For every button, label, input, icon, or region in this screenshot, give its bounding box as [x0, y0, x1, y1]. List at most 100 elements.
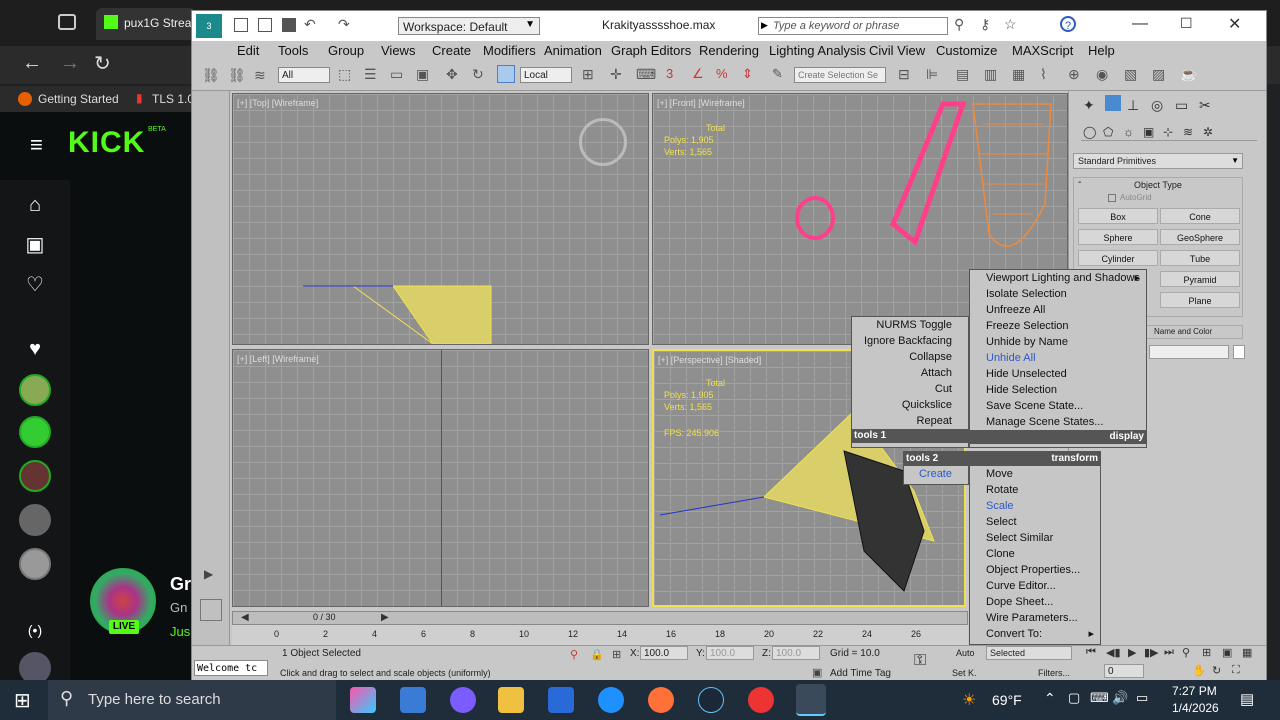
- menu-edit[interactable]: Edit: [237, 43, 259, 58]
- redo-icon[interactable]: ↷: [338, 16, 350, 33]
- edit-named-selection-icon[interactable]: ✎: [772, 66, 783, 82]
- next-frame-icon[interactable]: ▶: [381, 612, 389, 623]
- pivot-center-icon[interactable]: ⊞: [582, 66, 594, 83]
- cylinder-button[interactable]: Cylinder: [1078, 250, 1158, 266]
- new-file-icon[interactable]: [234, 18, 248, 32]
- cameras-icon[interactable]: ▣: [1143, 125, 1154, 139]
- select-object-icon[interactable]: ⬚: [338, 66, 351, 83]
- menu-rendering[interactable]: Rendering: [699, 43, 759, 58]
- z-field[interactable]: 100.0: [772, 646, 820, 660]
- material-editor-icon[interactable]: ◉: [1096, 66, 1108, 83]
- rollout-collapse-icon[interactable]: -: [1078, 177, 1081, 188]
- menu-lighting-analysis[interactable]: Lighting Analysis: [769, 43, 866, 58]
- quad-item-clone[interactable]: Clone: [970, 546, 1100, 562]
- discord-icon[interactable]: [450, 687, 476, 713]
- viewport-left-label[interactable]: [+] [Left] [Wireframe]: [237, 354, 319, 364]
- systems-icon[interactable]: ✲: [1203, 125, 1213, 139]
- menu-maxscript[interactable]: MAXScript: [1012, 43, 1073, 58]
- tray-device-icon[interactable]: ▢: [1068, 690, 1080, 706]
- schematic-view-icon[interactable]: ⊕: [1068, 66, 1080, 83]
- viewport-layout-icon[interactable]: [200, 599, 222, 621]
- helpers-icon[interactable]: ⊹: [1163, 125, 1173, 139]
- create-tab-icon[interactable]: ✦: [1083, 97, 1095, 114]
- quad-item-freeze-selection[interactable]: Freeze Selection: [970, 318, 1146, 334]
- menu-help[interactable]: Help: [1088, 43, 1115, 58]
- pan-icon[interactable]: ✋: [1192, 664, 1206, 677]
- category-dropdown[interactable]: Standard Primitives ▼: [1073, 153, 1243, 169]
- windows-start-icon[interactable]: ⊞: [14, 688, 31, 713]
- help-icon[interactable]: ?: [1060, 16, 1076, 32]
- home-icon[interactable]: ⌂: [20, 190, 50, 220]
- isolate-toggle-icon[interactable]: ⚲: [570, 648, 578, 661]
- copilot-icon[interactable]: [350, 687, 376, 713]
- maximize-icon[interactable]: ☐: [1180, 15, 1193, 32]
- task-view-icon[interactable]: [400, 687, 426, 713]
- absolute-mode-icon[interactable]: ⊞: [612, 648, 621, 661]
- minimize-icon[interactable]: —: [1132, 15, 1148, 33]
- key-filter-dropdown[interactable]: Selected: [986, 646, 1072, 660]
- quad-item-repeat[interactable]: Repeat: [852, 413, 968, 429]
- quad-item-hide-unselected[interactable]: Hide Unselected: [970, 366, 1146, 382]
- spacewarps-icon[interactable]: ≋: [1183, 125, 1193, 139]
- window-crossing-icon[interactable]: ▣: [416, 66, 429, 83]
- time-slider[interactable]: ◀ 0 / 30 ▶: [232, 611, 968, 625]
- clock-date[interactable]: 1/4/2026: [1172, 701, 1219, 715]
- workspace-dropdown[interactable]: Workspace: Default ▼: [398, 17, 540, 35]
- maxscript-listener[interactable]: Welcome tc: [194, 660, 268, 676]
- hierarchy-tab-icon[interactable]: ⊥: [1127, 97, 1139, 114]
- key-icon[interactable]: ⚿: [914, 652, 926, 670]
- reference-coord-dropdown[interactable]: Local: [520, 67, 572, 83]
- viewport-top[interactable]: [+] [Top] [Wireframe]: [232, 93, 649, 345]
- zoom-extents-icon[interactable]: ▣: [1222, 646, 1232, 659]
- kick-logo[interactable]: KICK: [68, 126, 145, 160]
- bookmark-getting-started[interactable]: Getting Started: [38, 92, 119, 106]
- layer-explorer-icon[interactable]: ▤: [956, 66, 969, 83]
- pyramid-button[interactable]: Pyramid: [1160, 271, 1240, 287]
- prev-key-icon[interactable]: ◀▮: [1106, 646, 1121, 659]
- volume-icon[interactable]: 🔊: [1112, 690, 1128, 706]
- tray-chevron-icon[interactable]: ⌃: [1044, 690, 1056, 707]
- steam-icon[interactable]: [698, 687, 724, 713]
- utilities-tab-icon[interactable]: ✂: [1199, 97, 1211, 114]
- go-to-start-icon[interactable]: ⏮: [1086, 646, 1096, 659]
- display-tab-icon[interactable]: ▭: [1175, 97, 1188, 114]
- current-frame-field[interactable]: 0: [1104, 664, 1144, 678]
- avatar[interactable]: [19, 460, 51, 492]
- expand-icon[interactable]: (•): [20, 615, 50, 645]
- ribbon-icon[interactable]: ▦: [1012, 66, 1025, 83]
- quad-item-convert-to[interactable]: Convert To: ▸: [970, 626, 1100, 642]
- play-animation-icon[interactable]: ▶: [1128, 646, 1136, 659]
- quad-item-isolate-selection[interactable]: Isolate Selection: [970, 286, 1146, 302]
- lights-icon[interactable]: ☼: [1123, 125, 1134, 139]
- quad-item-unfreeze-all[interactable]: Unfreeze All: [970, 302, 1146, 318]
- quad-item-nurms-toggle[interactable]: NURMS Toggle: [852, 317, 968, 333]
- selection-filter-dropdown[interactable]: All: [278, 67, 330, 83]
- clock-time[interactable]: 7:27 PM: [1172, 684, 1217, 698]
- quad-item-manage-scene-states[interactable]: Manage Scene States...: [970, 414, 1146, 430]
- quad-item-rotate[interactable]: Rotate: [970, 482, 1100, 498]
- avatar[interactable]: [19, 374, 51, 406]
- geosphere-button[interactable]: GeoSphere: [1160, 229, 1240, 245]
- y-field[interactable]: 100.0: [706, 646, 754, 660]
- file-explorer-icon[interactable]: [498, 687, 524, 713]
- menu-tools[interactable]: Tools: [278, 43, 308, 58]
- edge-icon[interactable]: [598, 687, 624, 713]
- menu-animation[interactable]: Animation: [544, 43, 602, 58]
- time-tag-icon[interactable]: ▣: [812, 666, 822, 679]
- go-to-end-icon[interactable]: ⏭: [1164, 646, 1174, 659]
- link-icon[interactable]: ⛓: [202, 67, 220, 84]
- quad-item-viewport-lighting[interactable]: Viewport Lighting and Shadows ▸: [970, 270, 1146, 286]
- prev-frame-icon[interactable]: ◀: [241, 612, 249, 623]
- add-time-tag[interactable]: Add Time Tag: [830, 668, 891, 679]
- network-icon[interactable]: ⌨: [1090, 690, 1109, 706]
- unlink-icon[interactable]: ⛓: [228, 67, 246, 84]
- menu-customize[interactable]: Customize: [936, 43, 997, 58]
- avatar[interactable]: [19, 416, 51, 448]
- avatar[interactable]: [19, 504, 51, 536]
- render-icon[interactable]: ☕: [1180, 66, 1197, 83]
- named-selection-input[interactable]: Create Selection Se: [794, 67, 886, 83]
- undo-icon[interactable]: ↶: [304, 16, 316, 33]
- quad-item-ignore-backfacing[interactable]: Ignore Backfacing: [852, 333, 968, 349]
- menu-modifiers[interactable]: Modifiers: [483, 43, 536, 58]
- firefox-taskbar-icon[interactable]: [648, 687, 674, 713]
